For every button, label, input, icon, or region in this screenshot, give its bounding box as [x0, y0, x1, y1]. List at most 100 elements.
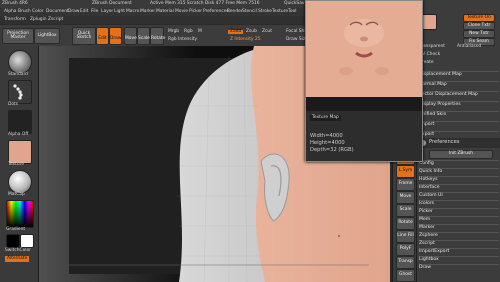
menu-zscript[interactable]: Zscript	[48, 17, 63, 22]
menu-file[interactable]: File	[91, 9, 98, 14]
alpha-label: Alpha Off	[8, 132, 29, 137]
memory-stats: Active Mem 315 Scratch Disk 477 Free Mem…	[150, 1, 260, 6]
switch-color-button[interactable]: SwitchColor	[5, 248, 31, 253]
rotate-button[interactable]: Rotate	[150, 27, 165, 45]
import-menu[interactable]: Import	[419, 121, 499, 127]
scale-view-button[interactable]: Scale	[396, 204, 415, 217]
rgb-button[interactable]: Rgb	[184, 29, 193, 34]
alpha-icon[interactable]	[8, 110, 32, 134]
pref-lightbox[interactable]: Lightbox	[419, 256, 499, 262]
frame-button[interactable]: Frame	[396, 178, 415, 191]
pref-importexport[interactable]: ImportExport	[419, 248, 499, 254]
pref-zsphere[interactable]: Zsphere	[419, 232, 499, 238]
pref-custom-ui[interactable]: Custom UI	[419, 192, 499, 198]
menu-brush[interactable]: Brush	[18, 9, 31, 14]
pref-mem[interactable]: Mem	[419, 216, 499, 222]
displacement-map-menu[interactable]: Displacement Map	[419, 71, 499, 77]
menu-stencil[interactable]: Stencil	[242, 9, 257, 14]
main-color-swatch[interactable]	[6, 234, 20, 248]
vector-displacement-menu[interactable]: Vector Displacement Map	[419, 91, 499, 97]
menu-color[interactable]: Color	[32, 9, 43, 14]
left-tray: Standard Dots Alpha Off Texture MatCap G…	[0, 46, 39, 282]
alternate-button[interactable]: Alternate	[5, 256, 30, 263]
ghost-button[interactable]: Ghost	[396, 269, 415, 282]
menu-edit[interactable]: Edit	[80, 9, 89, 14]
menu-light[interactable]: Light	[114, 9, 125, 14]
menu-zplugin[interactable]: Zplugin	[30, 17, 47, 22]
quick-sketch-button[interactable]: Quick Sketch	[72, 27, 96, 45]
move-button[interactable]: Move	[124, 27, 137, 45]
menu-document[interactable]: Document	[46, 9, 69, 14]
texture-label: Texture	[8, 162, 25, 167]
texture-map-caption: Texture Map	[310, 115, 341, 122]
pref-marker[interactable]: Marker	[419, 224, 499, 230]
brush-icon[interactable]	[8, 50, 32, 74]
pref-interface[interactable]: Interface	[419, 184, 499, 190]
document-title: ZBrush Document	[92, 1, 132, 6]
zadd-button[interactable]: Zadd	[228, 29, 244, 35]
menu-picker[interactable]: Picker	[189, 9, 202, 14]
right-tray: Texture On Clone Txtr New Txtr Fix Seam …	[416, 0, 500, 282]
menu-draw[interactable]: Draw	[68, 9, 79, 14]
zsub-button[interactable]: Zsub	[246, 29, 257, 34]
z-intensity-slider[interactable]: Z Intensity 25	[230, 37, 261, 42]
menu-preferences[interactable]: Preferences	[203, 9, 229, 14]
rgb-intensity-slider[interactable]: Rgb Intensity	[168, 37, 197, 42]
quicksave-button[interactable]: QuickSave	[284, 1, 307, 6]
pref-hotkeys[interactable]: Hotkeys	[419, 176, 499, 182]
texture-depth: Depth=32 (RGB)	[310, 147, 354, 153]
secondary-color-swatch[interactable]	[20, 234, 34, 248]
mrgb-button[interactable]: Mrgb	[168, 29, 179, 34]
lsym-button[interactable]: L.Sym	[396, 165, 415, 178]
texture-thumbnail[interactable]	[8, 140, 32, 164]
pref-draw[interactable]: Draw	[419, 264, 499, 270]
lightbox-button[interactable]: LightBox	[34, 28, 60, 44]
edit-button[interactable]: Edit	[96, 27, 109, 45]
pref-quick-info[interactable]: Quick Info	[419, 168, 499, 174]
clone-txtr-button[interactable]: Clone Txtr	[463, 22, 495, 30]
normal-map-menu[interactable]: Normal Map	[419, 81, 499, 87]
menu-stroke[interactable]: Stroke	[258, 9, 272, 14]
rotate-view-button[interactable]: Rotate	[396, 217, 415, 230]
texture-map-popup: Texture Map Width=4000 Height=4000 Depth…	[305, 0, 423, 162]
menu-material[interactable]: Material	[156, 9, 174, 14]
menu-layer[interactable]: Layer	[101, 9, 113, 14]
texture-height: Height=4000	[310, 140, 345, 146]
linefill-button[interactable]: Line Fill	[396, 230, 415, 243]
transp-button[interactable]: Transp	[396, 256, 415, 269]
texture-on-button[interactable]: Texture On	[463, 14, 495, 22]
m-button[interactable]: M	[198, 29, 202, 34]
init-zbrush-button[interactable]: Init ZBrush	[429, 150, 493, 159]
pref-config[interactable]: Config	[419, 160, 499, 166]
polyf-button[interactable]: PolyF	[396, 243, 415, 256]
menu-movie[interactable]: Movie	[175, 9, 188, 14]
scale-button[interactable]: Scale	[137, 27, 150, 45]
menu-texture[interactable]: Texture	[272, 9, 288, 14]
menu-render[interactable]: Render	[227, 9, 243, 14]
texture-map-preview	[306, 1, 422, 111]
menu-alpha[interactable]: Alpha	[4, 9, 16, 14]
gradient-label: Gradient	[6, 227, 26, 232]
stroke-label: Dots	[8, 102, 19, 107]
antialiased-toggle[interactable]: Antialiased	[457, 44, 481, 49]
draw-button[interactable]: Draw	[109, 27, 122, 45]
menu-marker[interactable]: Marker	[140, 9, 155, 14]
zcut-button[interactable]: Zcut	[262, 29, 272, 34]
menu-macro[interactable]: Macro	[126, 9, 139, 14]
projection-master-button[interactable]: Projection Master	[2, 28, 34, 44]
pref-zscript[interactable]: Zscript	[419, 240, 499, 246]
display-properties-menu[interactable]: Display Properties	[419, 101, 499, 107]
pref-picker[interactable]: Picker	[419, 208, 499, 214]
menu-transform[interactable]: Transform	[4, 17, 26, 22]
new-txtr-button[interactable]: New Txtr	[463, 30, 495, 38]
pref-icolors[interactable]: Icolors	[419, 200, 499, 206]
export-menu[interactable]: Export	[419, 131, 499, 137]
preferences-header[interactable]: Preferences	[417, 138, 500, 148]
move-view-button[interactable]: Move	[396, 191, 415, 204]
unified-skin-menu[interactable]: Unified Skin	[419, 111, 499, 117]
color-picker[interactable]	[6, 200, 34, 228]
material-label: MatCap	[8, 192, 25, 197]
menu-tool[interactable]: Tool	[288, 9, 297, 14]
material-icon[interactable]	[8, 170, 32, 194]
stroke-dots-icon[interactable]	[8, 80, 32, 104]
